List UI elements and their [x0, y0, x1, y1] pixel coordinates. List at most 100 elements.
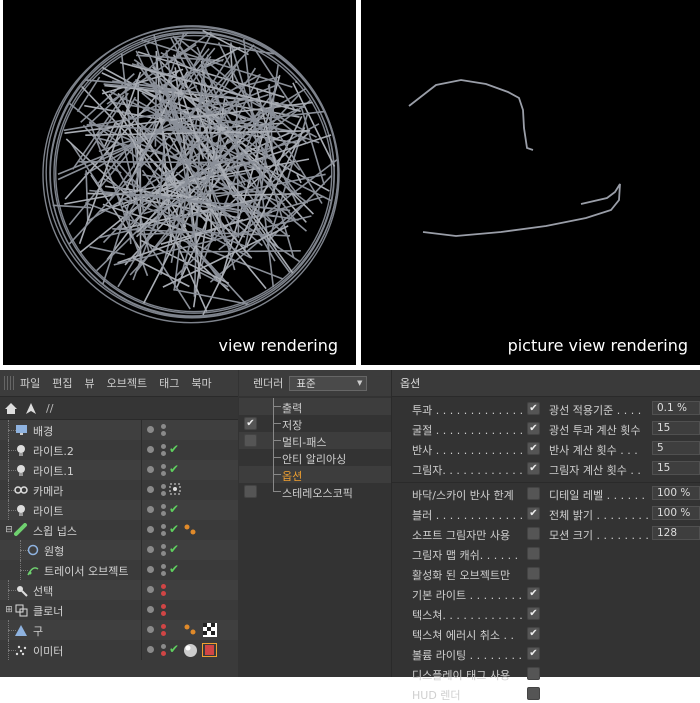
enabled-check-icon[interactable]: ✔ — [169, 442, 179, 456]
render-dot[interactable] — [161, 471, 166, 476]
render-dot[interactable] — [161, 584, 166, 589]
menu-edit[interactable]: 편집 — [52, 375, 72, 391]
render-dot[interactable] — [161, 611, 166, 616]
render-dot[interactable] — [161, 651, 166, 656]
volumetric-lighting-checkbox[interactable]: ✔ — [527, 647, 540, 660]
visibility-dot[interactable] — [147, 586, 154, 593]
render-dot[interactable] — [161, 571, 166, 576]
object-row[interactable]: 라이트.1 ✔ — [0, 460, 238, 480]
selected-tag-icon[interactable] — [202, 643, 217, 657]
shadow-checkbox[interactable]: ✔ — [527, 462, 540, 475]
object-row[interactable]: 이미터 ✔ — [0, 640, 238, 660]
object-row[interactable]: 라이트 ✔ — [0, 500, 238, 520]
menu-tags[interactable]: 태그 — [159, 375, 179, 391]
render-dot[interactable] — [161, 604, 166, 609]
render-dot[interactable] — [161, 644, 166, 649]
shadow-depth-field[interactable]: 15 — [652, 461, 700, 475]
refraction-checkbox[interactable]: ✔ — [527, 422, 540, 435]
render-dot[interactable] — [161, 631, 166, 636]
object-row[interactable]: 라이트.2 ✔ — [0, 440, 238, 460]
soft-shadows-checkbox[interactable] — [527, 527, 540, 540]
visibility-dot[interactable] — [147, 466, 154, 473]
enabled-check-icon[interactable]: ✔ — [169, 562, 179, 576]
menu-view[interactable]: 뷰 — [85, 375, 95, 391]
multipass-checkbox[interactable] — [244, 434, 257, 447]
render-dot[interactable] — [161, 511, 166, 516]
render-item-antialiasing[interactable]: 안티 알리아싱 — [239, 449, 391, 466]
texture-error-checkbox[interactable]: ✔ — [527, 627, 540, 640]
visibility-dot[interactable] — [147, 486, 154, 493]
object-row[interactable]: 카메라 — [0, 480, 238, 500]
menu-bookmarks[interactable]: 북마 — [191, 375, 211, 391]
global-brightness-field[interactable]: 100 % — [652, 506, 700, 520]
render-item-output[interactable]: 출력 — [239, 398, 391, 415]
sphere-material-tag-icon[interactable] — [183, 643, 198, 657]
reflection-checkbox[interactable]: ✔ — [527, 442, 540, 455]
enabled-check-icon[interactable]: ✔ — [169, 502, 179, 516]
enabled-check-icon[interactable]: ✔ — [169, 522, 179, 536]
visibility-dot[interactable] — [147, 446, 154, 453]
enabled-check-icon[interactable]: ✔ — [169, 542, 179, 556]
stereoscopic-checkbox[interactable] — [244, 485, 257, 498]
enabled-check-icon[interactable]: ✔ — [169, 462, 179, 476]
renderer-dropdown[interactable]: 표준 — [289, 376, 367, 391]
transparency-checkbox[interactable]: ✔ — [527, 402, 540, 415]
navigate-arrow-icon[interactable] — [22, 400, 40, 416]
render-hud-checkbox[interactable] — [527, 687, 540, 700]
floor-sky-checkbox[interactable] — [527, 487, 540, 500]
render-dot[interactable] — [161, 551, 166, 556]
object-row[interactable]: ⊟ 스윕 넙스 ✔ — [0, 520, 238, 540]
visibility-dot[interactable] — [147, 606, 154, 613]
blur-checkbox[interactable]: ✔ — [527, 507, 540, 520]
render-dot[interactable] — [161, 451, 166, 456]
object-row[interactable]: 구 — [0, 620, 238, 640]
object-row[interactable]: 선택 — [0, 580, 238, 600]
render-dot[interactable] — [161, 531, 166, 536]
render-dot[interactable] — [161, 564, 166, 569]
object-row[interactable]: 배경 — [0, 420, 238, 440]
ray-threshold-field[interactable]: 0.1 % — [652, 401, 700, 415]
reflection-depth-field[interactable]: 5 — [652, 441, 700, 455]
motion-scale-field[interactable]: 128 — [652, 526, 700, 540]
render-item-save[interactable]: ✔ 저장 — [239, 415, 391, 432]
render-dot[interactable] — [161, 464, 166, 469]
textures-checkbox[interactable]: ✔ — [527, 607, 540, 620]
enabled-check-icon[interactable]: ✔ — [169, 642, 179, 656]
object-row[interactable]: ⊞ 클로너 — [0, 600, 238, 620]
render-item-options[interactable]: 옵션 — [239, 466, 391, 483]
home-icon[interactable] — [2, 400, 20, 416]
active-object-checkbox[interactable] — [527, 567, 540, 580]
render-dot[interactable] — [161, 544, 166, 549]
render-item-stereoscopic[interactable]: 스테레오스코픽 — [239, 483, 391, 500]
menu-objects[interactable]: 오브젝트 — [107, 375, 147, 391]
render-dot[interactable] — [161, 484, 166, 489]
object-row[interactable]: 원형 ✔ — [0, 540, 238, 560]
menu-file[interactable]: 파일 — [20, 375, 40, 391]
render-dot[interactable] — [161, 444, 166, 449]
material-tag-icon[interactable] — [183, 523, 198, 537]
visibility-dot[interactable] — [147, 526, 154, 533]
checker-texture-tag-icon[interactable] — [203, 623, 218, 637]
visibility-dot[interactable] — [147, 426, 154, 433]
panel-grip-icon[interactable] — [4, 376, 14, 390]
render-dot[interactable] — [161, 491, 166, 496]
display-tags-checkbox[interactable] — [527, 667, 540, 680]
visibility-dot[interactable] — [147, 506, 154, 513]
render-dot[interactable] — [161, 424, 166, 429]
visibility-dot[interactable] — [147, 626, 154, 633]
render-item-multipass[interactable]: 멀티-패스 — [239, 432, 391, 449]
path-breadcrumb[interactable]: // — [46, 402, 53, 415]
render-dot[interactable] — [161, 524, 166, 529]
render-dot[interactable] — [161, 431, 166, 436]
visibility-dot[interactable] — [147, 646, 154, 653]
level-of-detail-field[interactable]: 100 % — [652, 486, 700, 500]
render-dot[interactable] — [161, 504, 166, 509]
material-tag-icon[interactable] — [183, 623, 198, 637]
shadow-map-cache-checkbox[interactable] — [527, 547, 540, 560]
render-dot[interactable] — [161, 591, 166, 596]
visibility-dot[interactable] — [147, 546, 154, 553]
visibility-dot[interactable] — [147, 566, 154, 573]
target-tag-icon[interactable] — [169, 483, 184, 497]
save-checkbox[interactable]: ✔ — [244, 417, 257, 430]
default-light-checkbox[interactable]: ✔ — [527, 587, 540, 600]
